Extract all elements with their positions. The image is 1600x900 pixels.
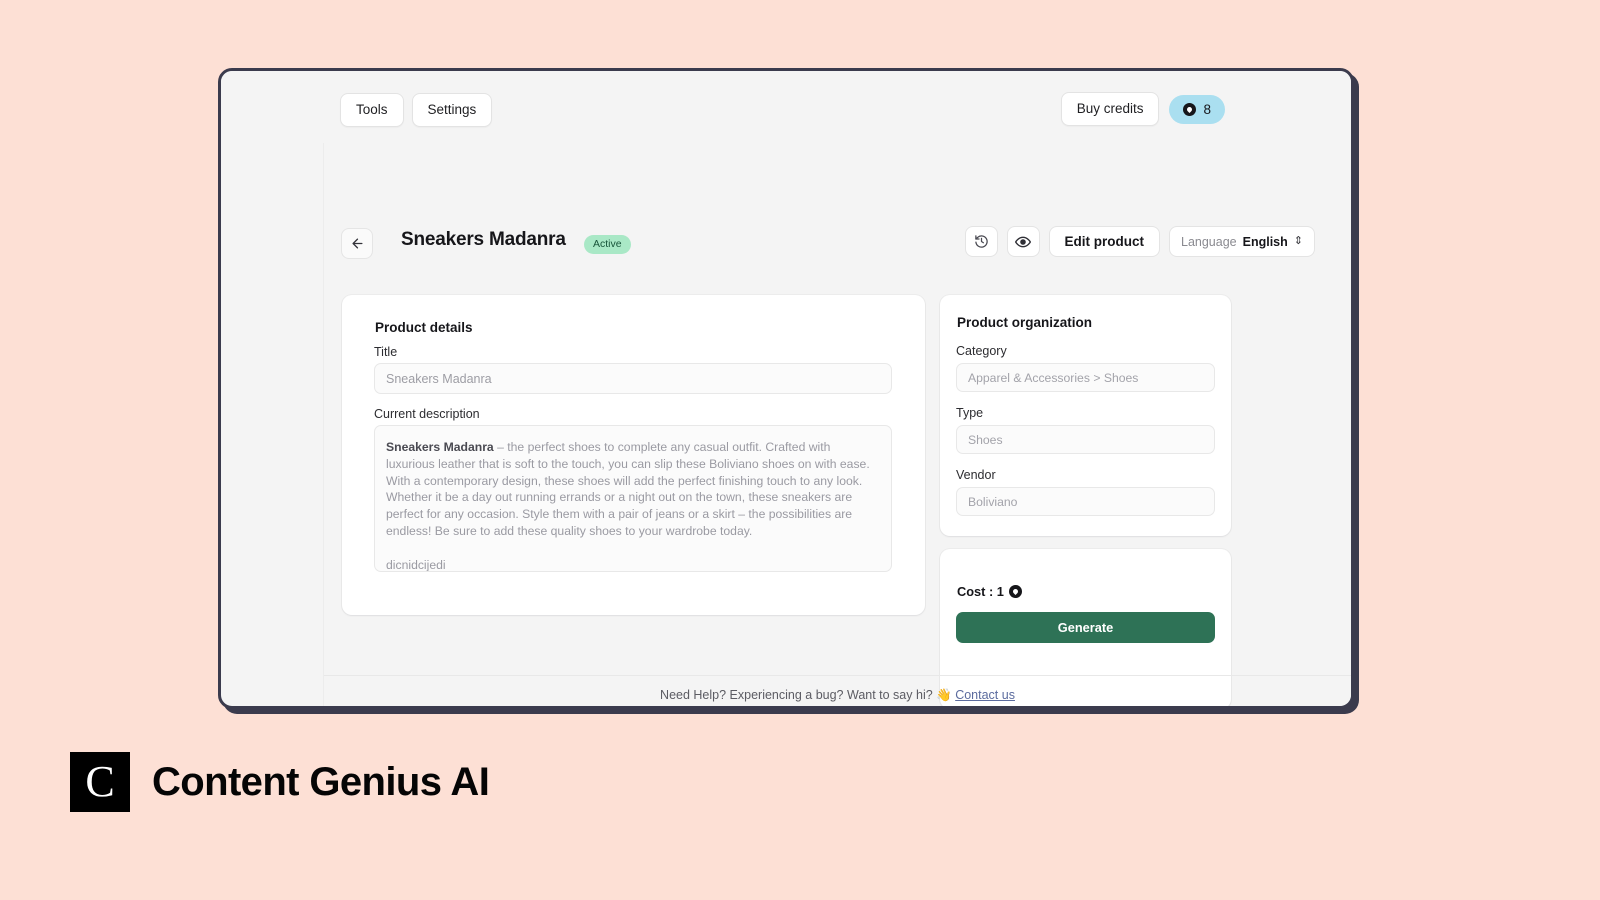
product-organization-card: Product organization Category Type Vendo… [940,295,1231,536]
browser-window-frame: Tools Settings Buy credits 8 Sneakers Ma… [218,68,1354,709]
coin-icon [1183,102,1197,116]
arrow-left-icon [352,238,362,249]
app-topbar: Tools Settings Buy credits 8 [221,71,1351,143]
category-label: Category [956,344,1007,358]
buy-credits-button[interactable]: Buy credits [1060,92,1160,127]
brand-lockup: C Content Genius AI [70,752,490,812]
edit-product-button[interactable]: Edit product [1048,226,1160,257]
topbar-nav-group: Tools Settings [340,93,493,128]
credits-badge[interactable]: 8 [1169,94,1225,124]
topbar-actions-group: Buy credits 8 [1060,92,1225,127]
settings-button[interactable]: Settings [411,93,493,128]
back-button[interactable] [341,228,373,259]
description-paragraph: Sneakers Madanra – the perfect shoes to … [386,439,878,540]
footer-divider [324,675,1351,676]
history-icon [974,235,988,248]
category-field: Category [956,344,1215,392]
vendor-field: Vendor [956,468,1215,516]
preview-button[interactable] [1006,226,1040,257]
brand-logo-mark: C [70,752,130,812]
generate-card: Cost : 1 Generate [940,549,1231,706]
product-organization-heading: Product organization [957,315,1092,330]
vendor-label: Vendor [956,468,996,482]
language-select-value: English [1242,234,1288,249]
product-details-card: Product details Title Current descriptio… [342,295,925,615]
language-select-label: Language [1181,234,1237,249]
product-header-actions: Edit product Language English ⇕ [964,226,1315,257]
category-input[interactable] [956,363,1215,392]
generate-button[interactable]: Generate [956,612,1215,643]
language-select[interactable]: Language English ⇕ [1169,226,1315,257]
description-body: – the perfect shoes to complete any casu… [386,440,870,539]
footer-help-text: Need Help? Experiencing a bug? Want to s… [324,688,1351,703]
status-badge: Active [584,235,631,254]
page-title: Sneakers Madanra [401,229,566,250]
eye-icon [1015,236,1031,247]
footer-help-label: Need Help? Experiencing a bug? Want to s… [660,688,956,702]
chevron-updown-icon: ⇕ [1293,235,1303,247]
description-extra-line: dicnidcijedi [386,557,446,572]
brand-name: Content Genius AI [152,759,490,804]
coin-icon [1008,585,1022,598]
cost-label: Cost : 1 [957,584,1004,599]
current-description-box[interactable]: Sneakers Madanra – the perfect shoes to … [374,425,892,572]
current-description-label: Current description [374,407,480,421]
description-product-name: Sneakers Madanra [386,440,494,454]
contact-us-link[interactable]: Contact us [955,688,1015,702]
product-details-heading: Product details [375,320,473,335]
title-label: Title [374,345,398,359]
page-content-area: Sneakers Madanra Active Edit product Lan… [323,143,1351,706]
tools-button[interactable]: Tools [340,93,404,128]
title-input[interactable] [374,363,892,394]
type-input[interactable] [956,425,1215,454]
type-label: Type [956,406,984,420]
product-header: Sneakers Madanra Active Edit product Lan… [341,226,1341,264]
history-button[interactable] [964,226,998,257]
footer: Need Help? Experiencing a bug? Want to s… [324,688,1351,706]
cost-row: Cost : 1 [957,584,1022,599]
type-field: Type [956,406,1215,454]
credits-count: 8 [1203,101,1211,117]
vendor-input[interactable] [956,487,1215,516]
